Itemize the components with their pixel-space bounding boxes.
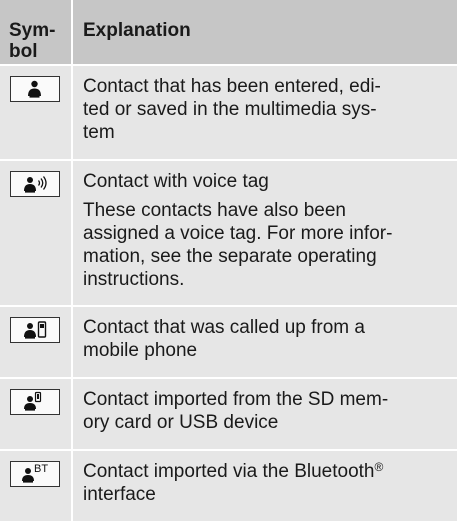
table-row: Contact with voice tag These contacts ha… [0, 161, 457, 307]
explanation-text: Contact with voice tag [83, 171, 269, 192]
explanation-text-start: Contact imported via the Bluetooth [83, 461, 375, 482]
explanation-cell: Contact imported from the SD mem- ory ca… [73, 379, 457, 449]
header-symbol: Sym- bol [0, 0, 73, 64]
explanation-text: Contact that has been entered, edi- ted … [83, 76, 381, 143]
bluetooth-label: BT [34, 463, 48, 475]
contact-person-icon [10, 76, 60, 102]
table-header: Sym- bol Explanation [0, 0, 457, 66]
symbol-cell [0, 161, 73, 305]
table-row: Contact imported from the SD mem- ory ca… [0, 379, 457, 451]
header-explanation: Explanation [73, 0, 457, 64]
contact-sd-card-icon [10, 389, 60, 415]
explanation-text: Contact imported via the Bluetooth® inte… [83, 460, 447, 506]
explanation-text: Contact that was called up from a mobile… [83, 317, 365, 361]
table-row: Contact that was called up from a mobile… [0, 307, 457, 379]
explanation-text: Contact imported from the SD mem- ory ca… [83, 389, 389, 433]
table-row: BT Contact imported via the Bluetooth® i… [0, 451, 457, 523]
symbol-cell [0, 379, 73, 449]
symbol-cell [0, 66, 73, 159]
explanation-detail-text: These contacts have also been assigned a… [83, 200, 393, 290]
symbol-table: Sym- bol Explanation Contact that has be… [0, 0, 457, 523]
table-row: Contact that has been entered, edi- ted … [0, 66, 457, 161]
explanation-cell: Contact imported via the Bluetooth® inte… [73, 451, 457, 521]
explanation-cell: Contact that was called up from a mobile… [73, 307, 457, 377]
explanation-cell: Contact with voice tag These contacts ha… [73, 161, 457, 305]
symbol-cell: BT [0, 451, 73, 521]
contact-voice-tag-icon [10, 171, 60, 197]
contact-mobile-phone-icon [10, 317, 60, 343]
explanation-text-end: interface [83, 484, 156, 505]
registered-mark: ® [374, 460, 384, 474]
contact-bluetooth-icon: BT [10, 461, 60, 487]
symbol-cell [0, 307, 73, 377]
explanation-cell: Contact that has been entered, edi- ted … [73, 66, 457, 159]
